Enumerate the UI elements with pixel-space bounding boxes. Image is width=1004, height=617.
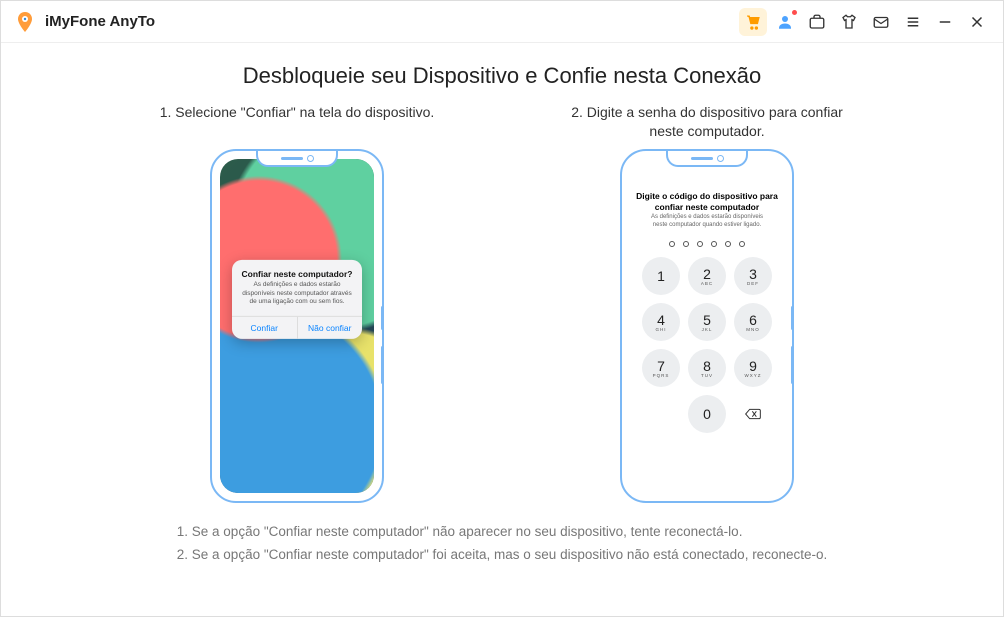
keypad-5[interactable]: 5JKL [688,303,726,341]
keypad-7[interactable]: 7PQRS [642,349,680,387]
keypad-8[interactable]: 8TUV [688,349,726,387]
backspace-icon [745,408,761,420]
phone-2-screen: Digite o código do dispositivo paraconfi… [630,159,784,493]
passcode-dots [630,241,784,247]
app-title: iMyFone AnyTo [45,13,155,30]
step-2-label: 2. Digite a senha do dispositivo para co… [557,103,857,143]
notch-icon [256,151,338,167]
step-2: 2. Digite a senha do dispositivo para co… [557,103,857,503]
shirt-icon[interactable] [835,8,863,36]
minimize-icon[interactable] [931,8,959,36]
account-icon[interactable] [771,8,799,36]
keypad-backspace[interactable] [734,395,772,433]
app-window: iMyFone AnyTo Desbloqueie seu Dispositiv… [0,0,1004,617]
menu-icon[interactable] [899,8,927,36]
page-title: Desbloqueie seu Dispositivo e Confie nes… [243,63,762,89]
app-logo-icon [13,10,37,34]
close-icon[interactable] [963,8,991,36]
titlebar: iMyFone AnyTo [1,1,1003,43]
phone-mock-2: Digite o código do dispositivo paraconfi… [620,149,794,503]
trust-dialog: Confiar neste computador? As definições … [232,260,362,338]
footnote-2: 2. Se a opção "Confiar neste computador"… [177,544,827,567]
trust-dialog-title: Confiar neste computador? [232,260,362,281]
notch-icon [666,151,748,167]
keypad-6[interactable]: 6MNO [734,303,772,341]
cart-icon[interactable] [739,8,767,36]
keypad-3[interactable]: 3DEF [734,257,772,295]
keypad-0[interactable]: 0 [688,395,726,433]
trust-deny-button[interactable]: Não confiar [297,316,363,338]
trust-confirm-button[interactable]: Confiar [232,316,297,338]
keypad-2[interactable]: 2ABC [688,257,726,295]
mail-icon[interactable] [867,8,895,36]
briefcase-icon[interactable] [803,8,831,36]
content-area: Desbloqueie seu Dispositivo e Confie nes… [1,43,1003,616]
trust-dialog-text: As definições e dados estarão disponívei… [232,281,362,315]
keypad-4[interactable]: 4GHI [642,303,680,341]
step-1: 1. Selecione "Confiar" na tela do dispos… [147,103,447,503]
step-1-label: 1. Selecione "Confiar" na tela do dispos… [160,103,435,143]
keypad-1[interactable]: 1 [642,257,680,295]
keypad-9[interactable]: 9WXYZ [734,349,772,387]
footnotes: 1. Se a opção "Confiar neste computador"… [177,521,827,567]
footnote-1: 1. Se a opção "Confiar neste computador"… [177,521,827,544]
phone-1-screen: Confiar neste computador? As definições … [220,159,374,493]
steps-row: 1. Selecione "Confiar" na tela do dispos… [147,103,857,503]
phone-mock-1: Confiar neste computador? As definições … [210,149,384,503]
passcode-subtitle: As definições e dados estarão disponívei… [630,212,784,235]
keypad: 12ABC3DEF 4GHI5JKL6MNO 7PQRS8TUV9WXYZ0 [630,257,784,433]
